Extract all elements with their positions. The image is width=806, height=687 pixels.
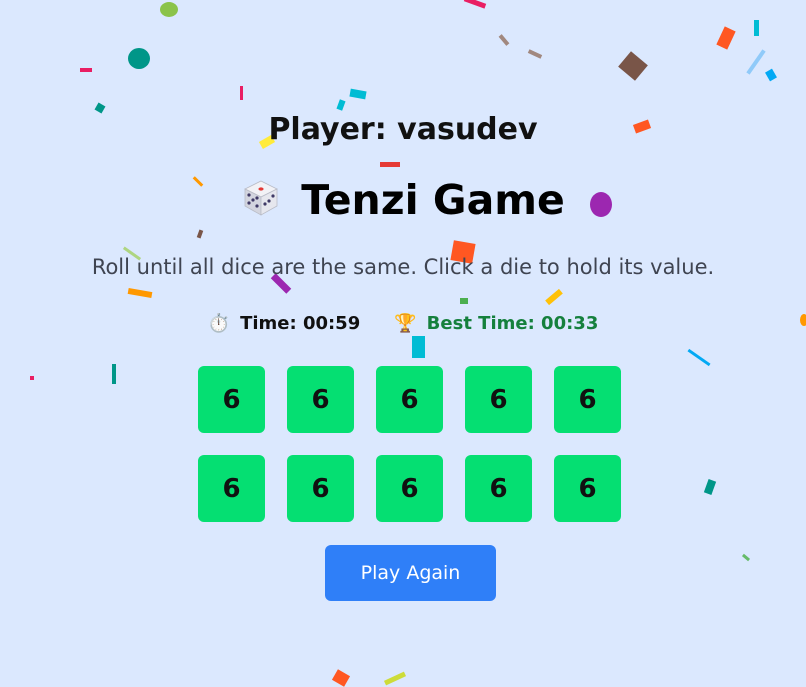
instructions-text: Roll until all dice are the same. Click … <box>91 255 715 279</box>
dice-grid: 6 6 6 6 6 6 6 6 6 6 <box>198 366 621 522</box>
die[interactable]: 6 <box>554 455 621 522</box>
game-title-text: Tenzi Game <box>301 176 565 224</box>
die[interactable]: 6 <box>465 366 532 433</box>
stopwatch-icon: ⏱️ <box>207 313 231 334</box>
play-again-button[interactable]: Play Again <box>325 545 496 601</box>
game-dice-icon <box>244 180 279 216</box>
game-title: Tenzi Game <box>0 176 806 224</box>
timer-stat: ⏱️ Time: 00:59 <box>208 313 361 334</box>
best-time-stat: 🏆 Best Time: 00:33 <box>394 313 598 334</box>
best-time-value: Best Time: 00:33 <box>426 313 599 334</box>
stats-bar: ⏱️ Time: 00:59 🏆 Best Time: 00:33 <box>0 313 806 334</box>
timer-value: Time: 00:59 <box>240 313 361 334</box>
player-name: Player: vasudev <box>268 112 538 147</box>
die[interactable]: 6 <box>287 366 354 433</box>
die[interactable]: 6 <box>376 366 443 433</box>
game-panel: Player: vasudev Tenzi Game Roll until al… <box>0 0 806 683</box>
trophy-icon: 🏆 <box>394 313 417 334</box>
die[interactable]: 6 <box>376 455 443 522</box>
die[interactable]: 6 <box>465 455 532 522</box>
die[interactable]: 6 <box>554 366 621 433</box>
die[interactable]: 6 <box>287 455 354 522</box>
die[interactable]: 6 <box>198 455 265 522</box>
die[interactable]: 6 <box>198 366 265 433</box>
